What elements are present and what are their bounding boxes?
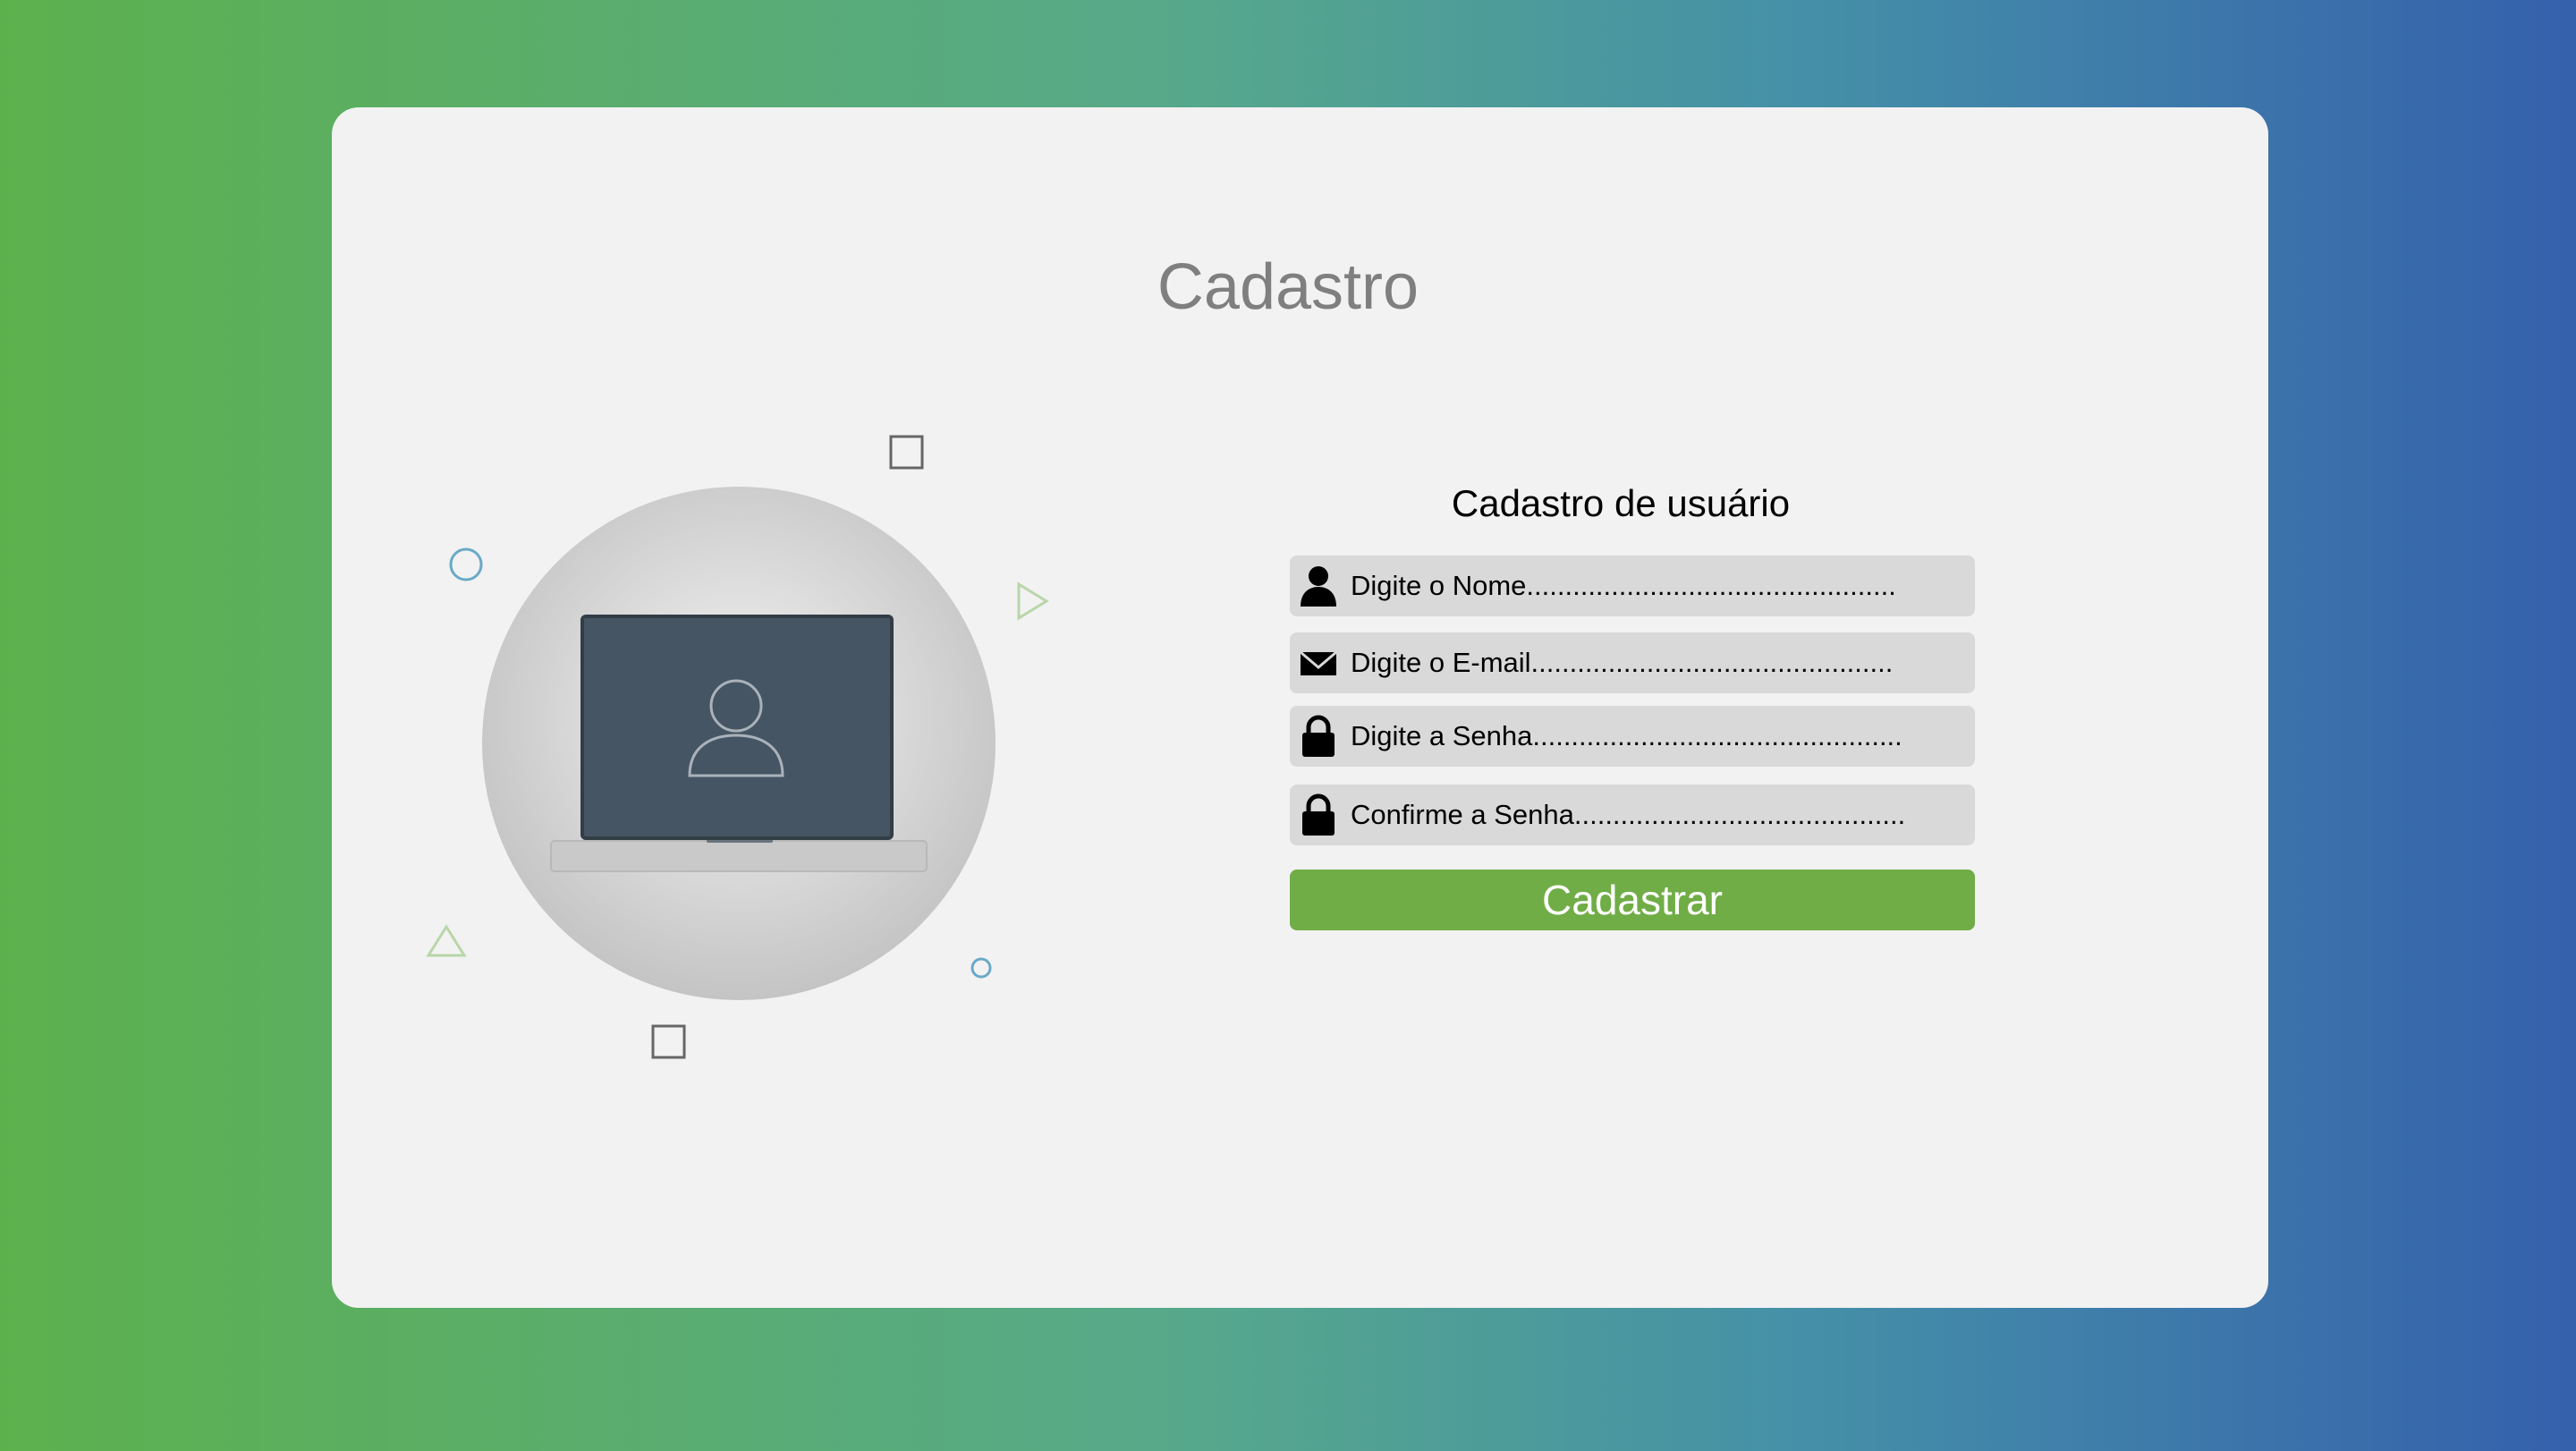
- email-field[interactable]: Digite o E-mail.........................…: [1290, 632, 1975, 693]
- name-field[interactable]: Digite o Nome...........................…: [1290, 556, 1975, 616]
- envelope-icon: [1299, 641, 1338, 685]
- name-field-label: Digite o Nome...........................…: [1351, 570, 1896, 601]
- submit-button[interactable]: Cadastrar: [1290, 870, 1975, 930]
- confirm-password-field[interactable]: Confirme a Senha........................…: [1290, 785, 1975, 845]
- email-field-label: Digite o E-mail.........................…: [1351, 647, 1894, 678]
- person-icon: [1299, 564, 1338, 608]
- confirm-password-field-label: Confirme a Senha........................…: [1351, 799, 1906, 830]
- password-field[interactable]: Digite a Senha..........................…: [1290, 706, 1975, 767]
- password-field-label: Digite a Senha..........................…: [1351, 720, 1902, 751]
- lock-icon: [1299, 714, 1338, 759]
- lock-icon: [1299, 793, 1338, 837]
- page-title: Cadastro: [1157, 251, 1419, 323]
- form-title: Cadastro de usuário: [1451, 482, 1791, 524]
